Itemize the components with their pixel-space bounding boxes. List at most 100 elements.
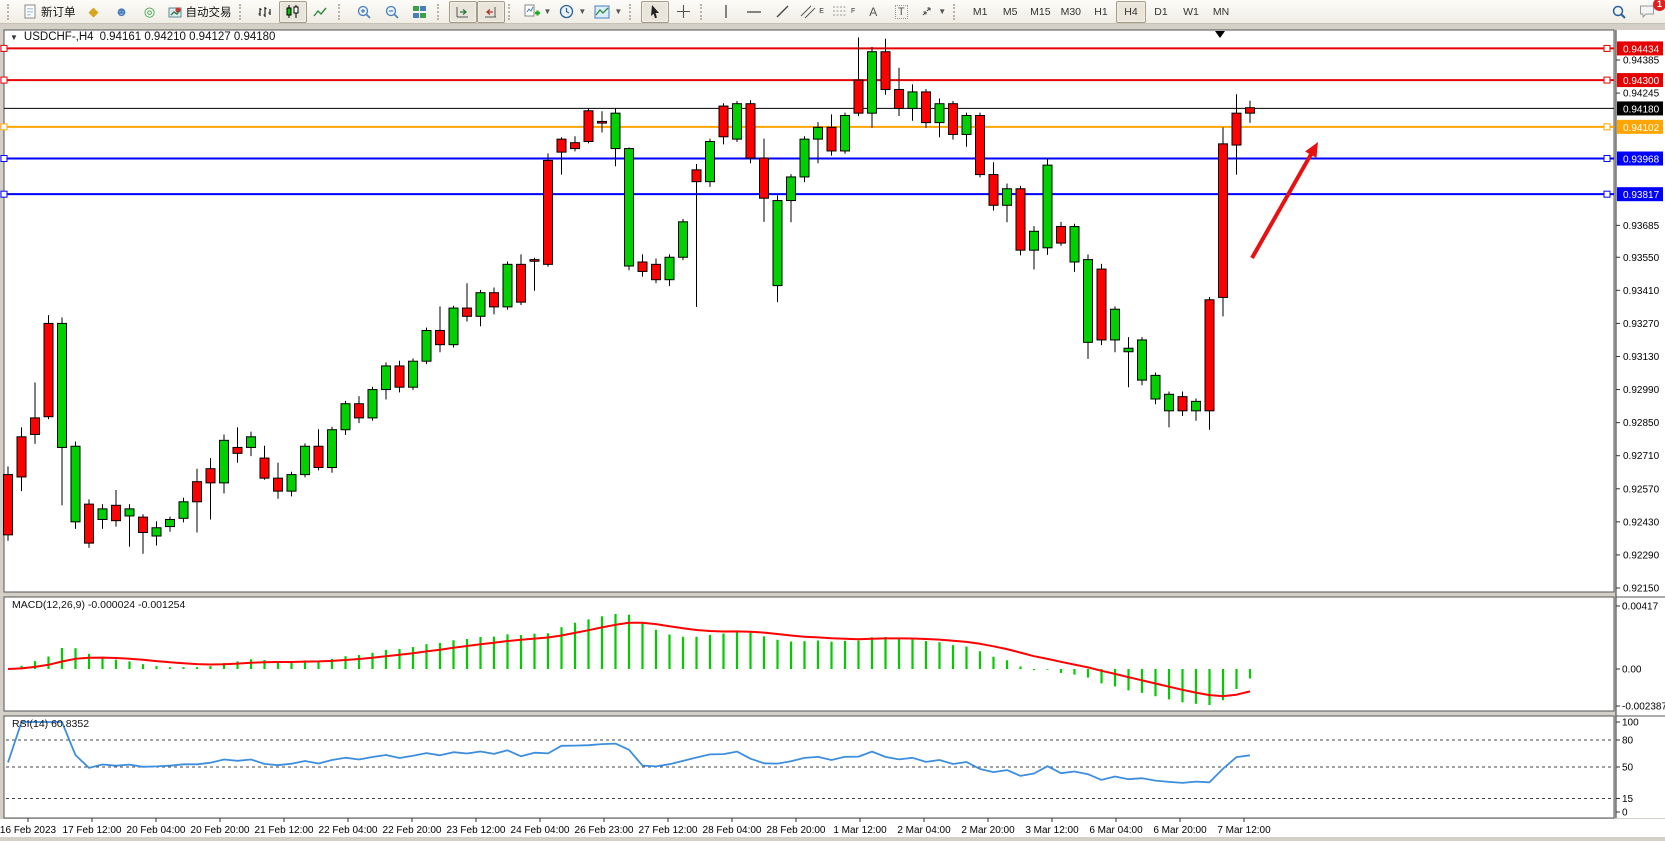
line-handle[interactable] [1,45,7,51]
candle[interactable] [625,149,634,266]
candle[interactable] [692,170,701,182]
candle[interactable] [98,509,107,520]
line-handle[interactable] [1604,45,1610,51]
timeframe-w1-button[interactable]: W1 [1176,1,1206,23]
candle[interactable] [1178,397,1187,411]
auto-trading-button[interactable]: 自动交易 [164,1,236,23]
timeframe-m15-button[interactable]: M15 [1025,1,1055,23]
candle[interactable] [1003,189,1012,206]
candle[interactable] [328,430,337,468]
candle[interactable] [679,222,688,257]
signals-button[interactable]: ◎ [136,1,164,23]
candle[interactable] [314,446,323,467]
candle[interactable] [17,437,26,477]
candle[interactable] [544,160,553,264]
market-watch-button[interactable]: ◆ [80,1,108,23]
arrows-tool-button[interactable]: ▼ [915,1,950,23]
search-button[interactable] [1605,1,1633,23]
timeframe-m5-button[interactable]: M5 [995,1,1025,23]
candle[interactable] [1138,340,1147,380]
candle[interactable] [179,502,188,519]
candle[interactable] [922,92,931,123]
timeframe-d1-button[interactable]: D1 [1146,1,1176,23]
candle[interactable] [31,418,40,435]
candle[interactable] [355,404,364,418]
candle[interactable] [854,80,863,113]
candle[interactable] [1097,269,1106,340]
candle[interactable] [665,257,674,279]
candle[interactable] [436,330,445,344]
candle[interactable] [395,366,404,387]
candle[interactable] [895,90,904,109]
tile-windows-button[interactable] [406,1,434,23]
main-pane[interactable] [4,30,1614,592]
line-chart-mode-button[interactable] [307,1,335,23]
candle[interactable] [422,330,431,361]
candle[interactable] [1124,348,1133,352]
candle[interactable] [490,293,499,307]
auto-scroll-button[interactable] [477,1,505,23]
candle[interactable] [733,104,742,139]
candle[interactable] [476,293,485,317]
candle[interactable] [247,437,256,448]
candle[interactable] [638,262,647,271]
zoom-in-button[interactable] [350,1,378,23]
channel-tool-button[interactable]: E [796,1,828,23]
crosshair-tool-button[interactable] [669,1,697,23]
line-handle[interactable] [1,77,7,83]
candle[interactable] [1070,227,1079,262]
candle[interactable] [409,361,418,387]
candle[interactable] [503,264,512,307]
candle[interactable] [827,127,836,151]
candle[interactable] [1016,189,1025,250]
line-handle[interactable] [1604,156,1610,162]
timeframe-h4-button[interactable]: H4 [1116,1,1146,23]
candle[interactable] [652,264,661,279]
candle[interactable] [517,264,526,302]
candle[interactable] [193,482,202,502]
candle[interactable] [112,505,121,520]
timeframe-m30-button[interactable]: M30 [1056,1,1086,23]
candle[interactable] [139,517,148,532]
candle[interactable] [1030,231,1039,250]
candle[interactable] [206,469,215,483]
candle[interactable] [4,475,13,535]
chart-shift-button[interactable] [449,1,477,23]
candle[interactable] [746,104,755,158]
candle[interactable] [301,446,310,474]
notifications-button[interactable]: 1 [1633,1,1661,23]
candle[interactable] [706,142,715,182]
candle[interactable] [989,175,998,206]
candle[interactable] [368,390,377,418]
candle[interactable] [1111,309,1120,340]
candle[interactable] [530,260,539,262]
fibonacci-tool-button[interactable]: F [828,1,859,23]
candle[interactable] [1246,108,1255,113]
candle[interactable] [1219,144,1228,298]
rsi-pane[interactable] [4,716,1614,818]
candle[interactable] [584,111,593,142]
candle[interactable] [233,447,242,453]
candle[interactable] [85,504,94,543]
macd-pane[interactable] [4,597,1614,711]
trendline-tool-button[interactable] [768,1,796,23]
line-handle[interactable] [1604,191,1610,197]
price-chart[interactable]: 0.943850.942450.936850.935500.934100.932… [0,0,1665,841]
vertical-line-tool-button[interactable] [712,1,740,23]
candle[interactable] [125,509,134,516]
candle[interactable] [611,113,620,148]
candle[interactable] [787,177,796,201]
candle[interactable] [814,127,823,139]
candle[interactable] [719,106,728,137]
candle[interactable] [1192,401,1201,410]
candle-chart-mode-button[interactable] [279,1,307,23]
candle[interactable] [287,475,296,492]
text-tool-button[interactable]: A [859,1,887,23]
candle[interactable] [58,323,67,447]
candle[interactable] [908,92,917,109]
candle[interactable] [152,528,161,536]
candle[interactable] [220,440,229,483]
candle[interactable] [71,446,80,522]
candle[interactable] [557,139,566,152]
candle[interactable] [166,519,175,526]
